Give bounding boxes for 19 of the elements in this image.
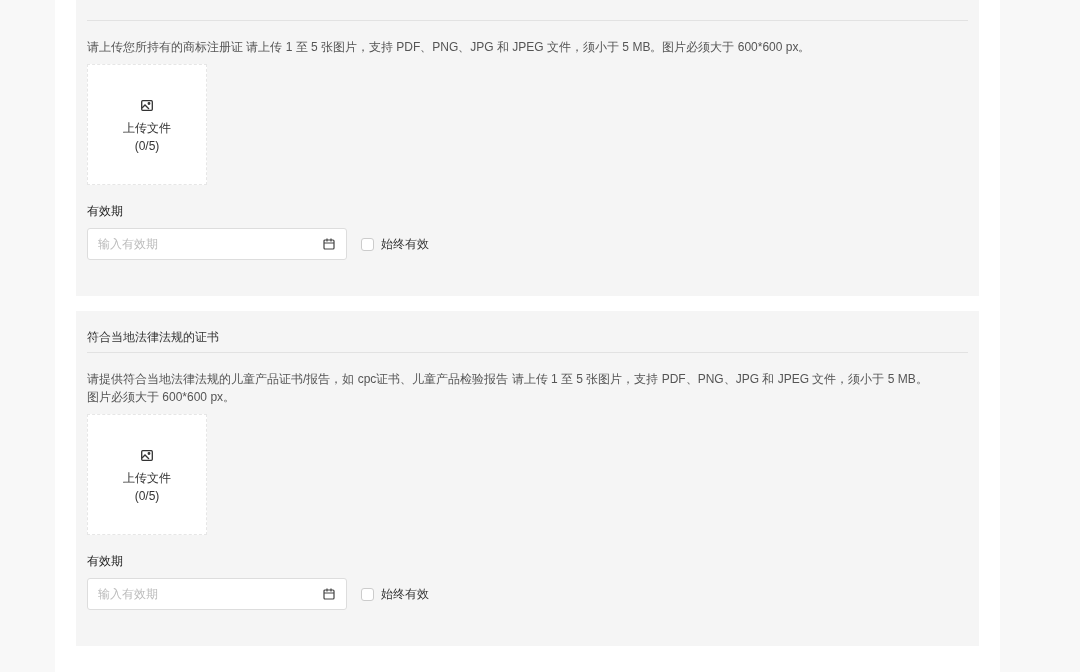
image-icon <box>141 100 153 111</box>
section-title: 符合当地法律法规的证书 <box>87 330 219 344</box>
upload-label: 上传文件 <box>123 470 171 487</box>
field-label: 有效期 <box>87 553 123 570</box>
upload-count: (0/5) <box>134 488 160 505</box>
upload-area[interactable]: 上传文件 (0/5) <box>87 64 207 185</box>
date-field[interactable]: 输入有效期 <box>87 228 347 260</box>
calendar-icon[interactable] <box>323 588 335 600</box>
calendar-icon[interactable] <box>323 238 335 250</box>
upload-label: 上传文件 <box>123 120 171 137</box>
upload-area[interactable]: 上传文件 (0/5) <box>87 414 207 535</box>
upload-count: (0/5) <box>134 138 160 155</box>
field-label: 有效期 <box>87 203 123 220</box>
always-valid-checkbox[interactable]: 始终有效 <box>361 585 429 603</box>
section-description: 请提供符合当地法律法规的儿童产品证书/报告，如 cpc证书、儿童产品检验报告 请上传 1 至 5 张图片，支持 PDF、PNG、JPG 和 JPEG 文件，须小于 5 MB。图片必须大于 600*600 px。 <box>87 371 929 406</box>
date-field[interactable]: 输入有效期 <box>87 578 347 610</box>
image-icon <box>141 450 153 461</box>
always-valid-checkbox[interactable]: 始终有效 <box>361 235 429 253</box>
section-description: 请上传您所持有的商标注册证 请上传 1 至 5 张图片，支持 PDF、PNG、JPG 和 JPEG 文件，须小于 5 MB。图片必须大于 600*600 px。 <box>87 39 812 56</box>
